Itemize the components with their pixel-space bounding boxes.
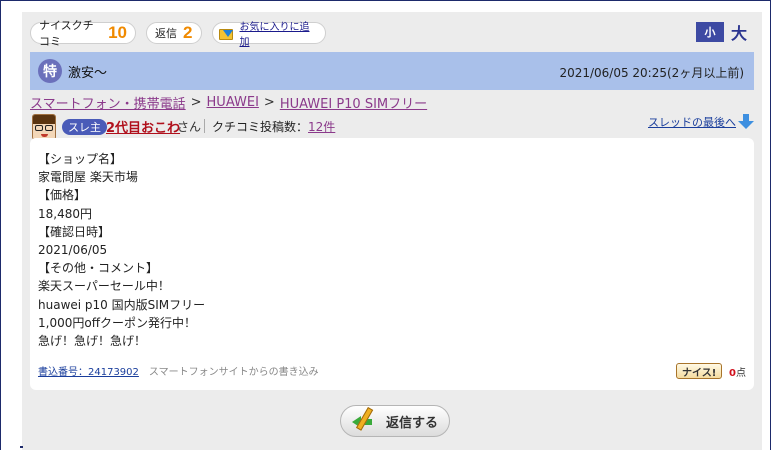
nice-count: 10 xyxy=(108,23,127,42)
special-badge: 特 xyxy=(38,59,62,83)
thread-panel: ナイスクチコミ 10 返信 2 お気に入りに追加 小 大 特 激安〜 2021/… xyxy=(22,12,762,450)
nice-points-value: 0 xyxy=(729,368,736,379)
post-body: 【ショップ名】 家電問屋 楽天市場 【価格】 18,480円 【確認日時】 20… xyxy=(38,150,205,350)
nice-label: ナイスクチコミ xyxy=(39,19,94,48)
reply-count-pill: 返信 2 xyxy=(146,22,202,44)
reply-label: 返信 xyxy=(155,27,177,40)
post-line: 家電問屋 楽天市場 xyxy=(38,170,138,185)
post-line: 【確認日時】 xyxy=(38,224,111,239)
nice-points: 0点 xyxy=(729,364,746,379)
post-footer: 書込番号：24173902 スマートフォンサイトからの書き込み xyxy=(38,363,319,378)
avatar[interactable] xyxy=(32,114,56,140)
arrow-down-icon[interactable] xyxy=(738,114,754,130)
add-favorite-button[interactable]: お気に入りに追加 xyxy=(212,22,326,48)
post-number-link[interactable]: 書込番号：24173902 xyxy=(38,363,139,378)
post-line: 【その他・コメント】 xyxy=(38,261,159,276)
nice-points-unit: 点 xyxy=(735,368,746,379)
post-source-note: スマートフォンサイトからの書き込み xyxy=(148,367,319,378)
post-line: 【ショップ名】 xyxy=(38,152,123,166)
breadcrumb-separator: > xyxy=(190,94,202,110)
author-name-link[interactable]: 2代目おこわ xyxy=(106,117,180,136)
breadcrumb-item-huawei[interactable]: HUAWEI xyxy=(207,95,259,110)
post-content: 【ショップ名】 家電問屋 楽天市場 【価格】 18,480円 【確認日時】 20… xyxy=(30,138,754,390)
nice-button[interactable]: ナイス! xyxy=(676,363,723,379)
breadcrumb-separator: > xyxy=(263,94,275,110)
thread-last-link-wrap[interactable]: スレッドの最後へ xyxy=(648,114,754,130)
reply-button-label[interactable]: 返信する xyxy=(386,412,438,431)
font-size-small-button[interactable]: 小 xyxy=(696,22,724,42)
reply-pencil-icon xyxy=(351,407,382,435)
thread-title-bar: 特 激安〜 2021/06/05 20:25(2ヶ月以上前) xyxy=(30,52,754,90)
thread-last-link[interactable]: スレッドの最後へ xyxy=(648,114,736,130)
author-row: スレ主 2代目おこわ さん クチコミ投稿数：12件 スレッドの最後へ xyxy=(30,114,754,140)
post-line: 1,000円offクーポン発行中！ xyxy=(38,315,196,330)
thread-owner-badge: スレ主 xyxy=(62,119,107,135)
reply-button[interactable]: 返信する xyxy=(340,405,450,437)
divider xyxy=(204,119,205,133)
reply-count: 2 xyxy=(183,23,193,42)
breadcrumb: スマートフォン・携帯電話 > HUAWEI > HUAWEI P10 SIMフリ… xyxy=(30,93,427,112)
post-line: 急げ！急げ！急げ！ xyxy=(38,334,147,349)
post-line: huawei p10 国内版SIMフリー xyxy=(38,297,206,312)
post-line: 【価格】 xyxy=(38,188,87,203)
post-count-label: クチコミ投稿数： xyxy=(212,120,309,134)
thread-title: 激安〜 xyxy=(68,65,108,81)
post-line: 18,480円 xyxy=(38,206,92,221)
post-line: 楽天スーパーセール中！ xyxy=(38,279,170,294)
add-favorite-label[interactable]: お気に入りに追加 xyxy=(240,18,318,48)
nice-count-pill: ナイスクチコミ 10 xyxy=(30,19,136,48)
thread-date: 2021/06/05 20:25(2ヶ月以上前) xyxy=(559,66,744,80)
folder-add-icon xyxy=(219,26,235,40)
author-honorific: さん xyxy=(177,120,202,134)
post-line: 2021/06/05 xyxy=(38,243,108,258)
breadcrumb-item-p10[interactable]: HUAWEI P10 SIMフリー xyxy=(280,93,427,112)
post-count: クチコミ投稿数：12件 xyxy=(212,118,335,135)
post-count-link[interactable]: 12件 xyxy=(308,120,335,134)
divider xyxy=(20,446,23,448)
breadcrumb-item-smartphones[interactable]: スマートフォン・携帯電話 xyxy=(30,93,186,112)
font-size-large-button[interactable]: 大 xyxy=(725,22,753,43)
